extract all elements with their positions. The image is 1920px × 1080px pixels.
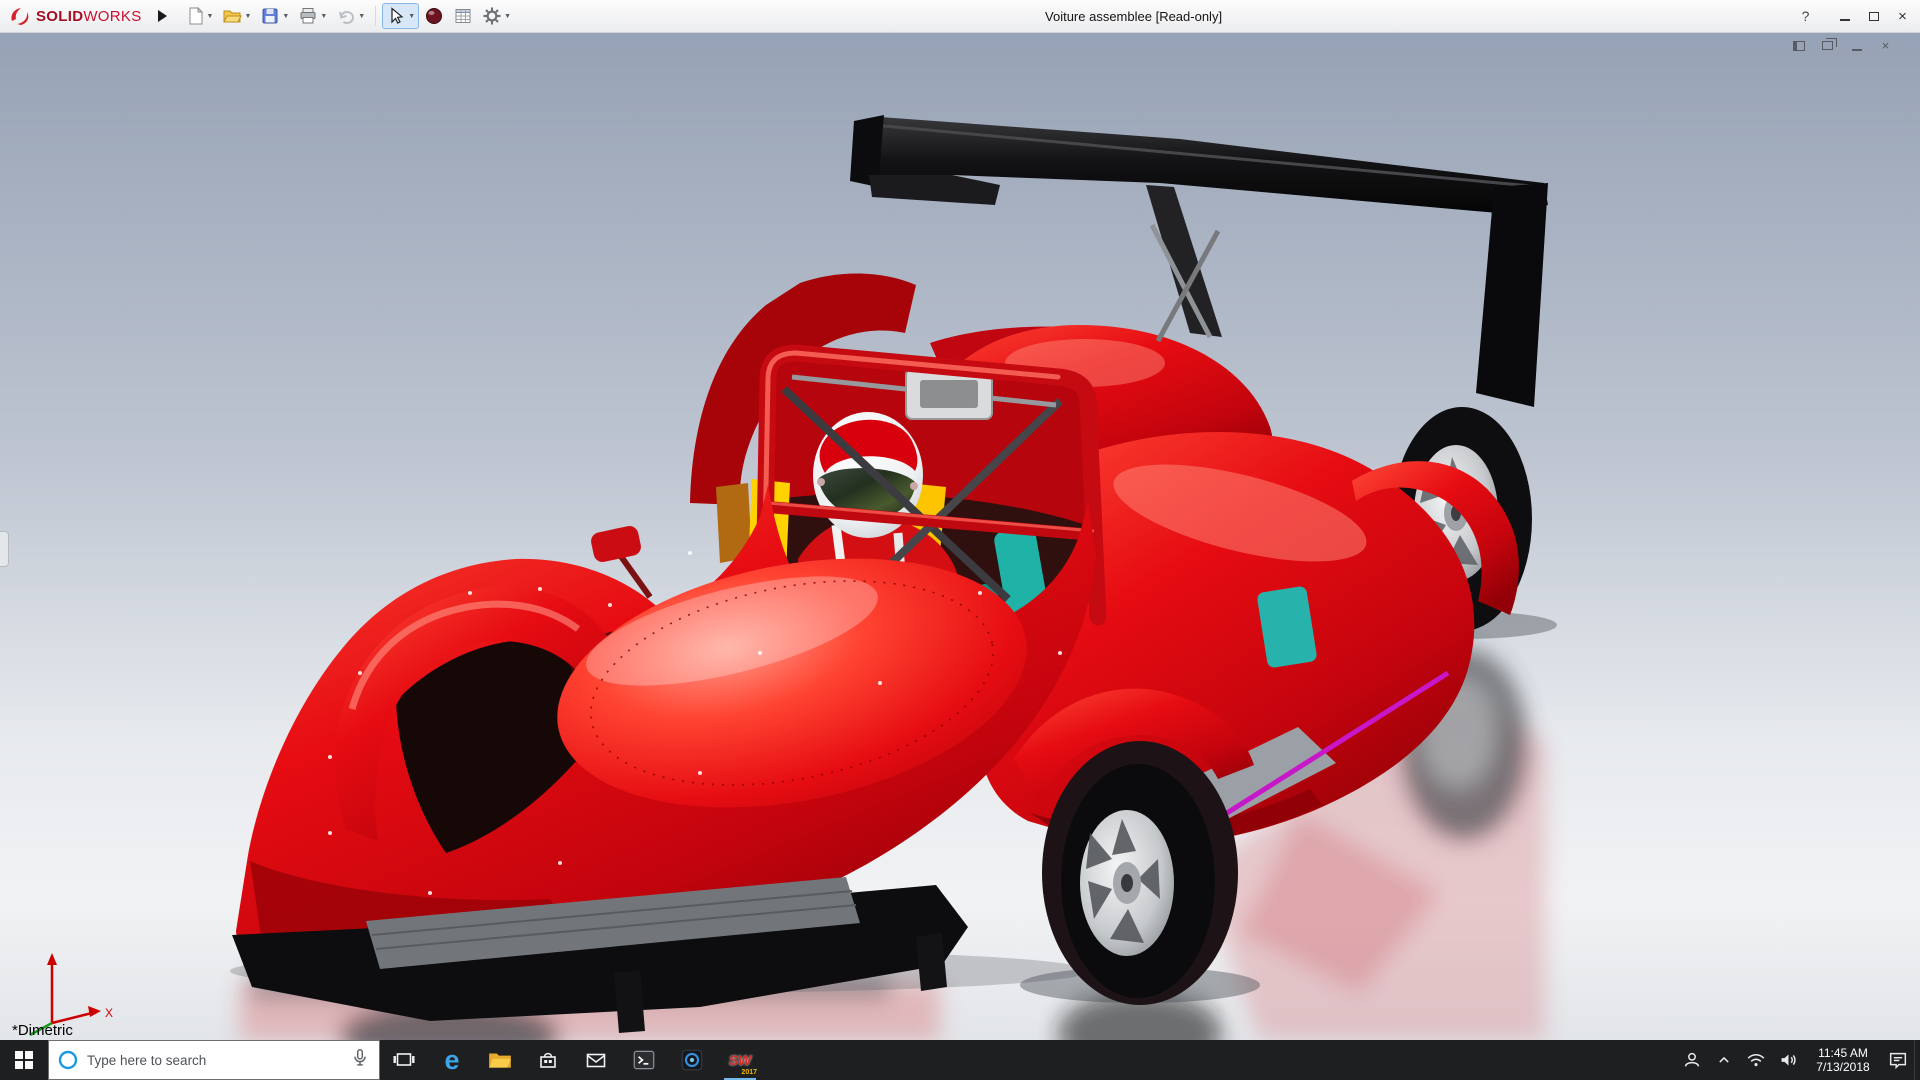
solidworks-app-button[interactable]: SW 2017: [716, 1040, 764, 1080]
quick-access-toolbar: ▼ ▼ ▼ ▼: [181, 3, 516, 29]
doc-restore-button[interactable]: [1819, 38, 1836, 53]
blue-emblem-app-icon: [679, 1047, 705, 1073]
document-window-controls: ×: [1790, 38, 1894, 53]
doc-close-button[interactable]: ×: [1877, 38, 1894, 53]
store-icon: [536, 1048, 560, 1072]
cortana-search-icon[interactable]: [57, 1049, 79, 1071]
file-explorer-icon: [487, 1047, 513, 1073]
new-document-icon: [185, 6, 205, 26]
open-button[interactable]: ▼: [218, 3, 255, 29]
minimize-icon: [1840, 19, 1850, 21]
show-desktop-button[interactable]: [1914, 1040, 1920, 1080]
doc-minimize-icon: [1852, 49, 1862, 51]
app-window: SOLIDWORKS ▼ ▼ ▼: [0, 0, 1920, 1080]
tray-expand-button[interactable]: [1708, 1040, 1740, 1080]
edge-icon: e: [444, 1047, 459, 1074]
mail-icon: [584, 1048, 608, 1072]
view-orientation-label: *Dimetric: [12, 1022, 73, 1039]
action-center-icon: [1887, 1049, 1909, 1071]
taskbar-search[interactable]: [48, 1040, 380, 1080]
blue-emblem-app-button[interactable]: [668, 1040, 716, 1080]
select-cursor-icon: [386, 6, 406, 26]
minimize-button[interactable]: [1831, 3, 1858, 29]
volume-icon: [1777, 1049, 1799, 1071]
doc-split-icon: [1793, 41, 1805, 51]
network-button[interactable]: [1740, 1040, 1772, 1080]
store-button[interactable]: [524, 1040, 572, 1080]
menu-expand-arrow[interactable]: [158, 10, 167, 22]
tray-expand-icon: [1714, 1050, 1734, 1070]
command-prompt-icon: [631, 1047, 657, 1073]
graphics-viewport[interactable]: X × *Dimetric: [0, 33, 1920, 1040]
options-gear-icon: [482, 6, 502, 26]
solidworks-year-badge: 2017: [741, 1069, 757, 1076]
taskbar-clock[interactable]: 11:45 AM 7/13/2018: [1804, 1040, 1882, 1080]
maximize-button[interactable]: [1860, 3, 1887, 29]
help-button[interactable]: ?: [1792, 3, 1819, 29]
undo-icon: [336, 6, 356, 26]
people-icon: [1681, 1049, 1703, 1071]
appearance-sphere-icon: [424, 6, 444, 26]
command-prompt-button[interactable]: [620, 1040, 668, 1080]
clock-time: 11:45 AM: [1818, 1046, 1868, 1060]
doc-split-button[interactable]: [1790, 38, 1807, 53]
network-icon: [1745, 1049, 1767, 1071]
maximize-icon: [1869, 12, 1879, 21]
undo-button[interactable]: ▼: [332, 3, 369, 29]
edge-browser-button[interactable]: e: [428, 1040, 476, 1080]
microphone-icon[interactable]: [349, 1047, 371, 1074]
taskbar: e: [0, 1040, 1920, 1080]
app-title-bar: SOLIDWORKS ▼ ▼ ▼: [0, 0, 1920, 33]
file-explorer-button[interactable]: [476, 1040, 524, 1080]
document-title: Voiture assemblee [Read-only]: [515, 9, 1792, 24]
action-center-button[interactable]: [1882, 1040, 1914, 1080]
volume-button[interactable]: [1772, 1040, 1804, 1080]
task-view-button[interactable]: [380, 1040, 428, 1080]
solidworks-app-icon: SW: [729, 1052, 752, 1068]
open-icon: [222, 6, 242, 26]
mail-button[interactable]: [572, 1040, 620, 1080]
people-button[interactable]: [1676, 1040, 1708, 1080]
doc-restore-icon: [1822, 41, 1833, 50]
front-wheel: [1061, 764, 1215, 998]
3d-scene[interactable]: X: [0, 33, 1920, 1040]
toolbar-separator: [375, 6, 376, 26]
featuremanager-collapsed-tab[interactable]: [0, 531, 9, 567]
save-button[interactable]: ▼: [256, 3, 293, 29]
clock-date: 7/13/2018: [1816, 1060, 1869, 1074]
brand-text: SOLIDWORKS: [36, 8, 142, 25]
window-controls: ? ×: [1792, 3, 1920, 29]
print-button[interactable]: ▼: [294, 3, 331, 29]
design-table-button[interactable]: [449, 3, 477, 29]
design-table-icon: [453, 6, 473, 26]
task-view-icon: [392, 1048, 416, 1072]
solidworks-logo: SOLIDWORKS: [8, 5, 142, 27]
search-input[interactable]: [87, 1041, 341, 1079]
start-icon: [15, 1051, 33, 1069]
close-button[interactable]: ×: [1889, 3, 1916, 29]
print-icon: [298, 6, 318, 26]
options-button[interactable]: ▼: [478, 3, 515, 29]
save-icon: [260, 6, 280, 26]
ds-logo-icon: [8, 5, 32, 27]
appearance-button[interactable]: [420, 3, 448, 29]
new-document-button[interactable]: ▼: [181, 3, 218, 29]
doc-minimize-button[interactable]: [1848, 38, 1865, 53]
select-tool-button[interactable]: ▼: [382, 3, 419, 29]
start-button[interactable]: [0, 1040, 48, 1080]
triad-x-label: X: [105, 1006, 113, 1020]
